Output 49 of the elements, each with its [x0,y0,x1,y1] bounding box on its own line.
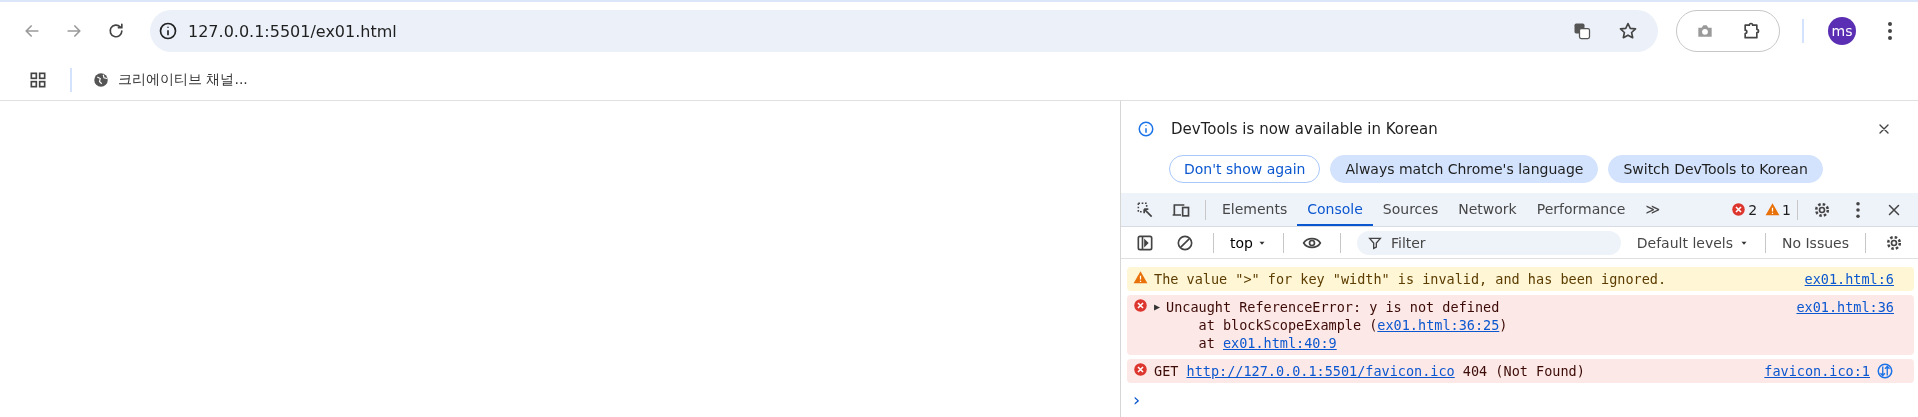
source-link[interactable]: ex01.html:36:25 [1377,317,1500,333]
warning-count[interactable]: 1 [1765,201,1791,218]
source-link[interactable]: ex01.html:6 [1804,270,1894,288]
warning-icon [1765,202,1781,217]
menu-icon [1888,22,1892,40]
error-count[interactable]: 2 [1731,201,1758,218]
infobar-button[interactable]: Always match Chrome's language [1330,155,1599,183]
filter-field[interactable]: Filter [1390,234,1611,251]
more-tabs-button[interactable]: ≫ [1635,193,1671,226]
log-levels-dropdown[interactable]: Default levels [1630,233,1755,252]
message-text: Uncaught ReferenceError: y is not defined [1166,298,1501,316]
message-text: GET http://127.0.0.1:5501/favicon.ico 404 (Not Found) [1154,362,1586,380]
message-text: at ex01.html:40:9 [1197,334,1338,352]
network-request-icon[interactable] [1876,362,1894,380]
devtools-tab[interactable]: Network [1448,193,1527,226]
source-link[interactable]: ex01.html:36 [1796,298,1894,316]
message-text: The value ">" for key "width" is invalid, and has been ignored. [1154,270,1668,288]
error-icon [1731,202,1747,217]
globe-icon [92,71,110,89]
infobar-message: DevTools is now available in Korean [1171,120,1439,138]
menu-icon [1856,201,1860,218]
issues-count[interactable]: No Issues [1776,234,1855,251]
address-bar[interactable]: 127.0.0.1:5501/ex01.html [150,10,1658,52]
infobar-button[interactable]: Switch DevTools to Korean [1608,155,1823,183]
warning-icon [1133,270,1148,285]
star-icon [1618,21,1638,41]
error-icon [1133,298,1148,313]
source-link[interactable]: ex01.html:40:9 [1222,335,1337,351]
devtools-tab[interactable]: Console [1297,193,1373,226]
source-link[interactable]: favicon.ico:1 [1764,362,1870,380]
info-icon [1137,120,1155,138]
puzzle-icon [1741,21,1761,41]
url-text: 127.0.0.1:5501/ex01.html [188,21,398,41]
devtools-tab[interactable]: Sources [1372,193,1449,226]
console-prompt[interactable]: › [1121,383,1918,416]
infobar-button[interactable]: Don't show again [1169,155,1321,183]
context-selector[interactable]: top [1224,234,1273,251]
devtools-tab[interactable]: Elements [1212,193,1298,226]
source-link[interactable]: http://127.0.0.1:5501/favicon.ico [1186,363,1455,379]
message-text: at blockScopeExample (ex01.html:36:25) [1197,316,1509,334]
info-icon [158,21,178,41]
expand-toggle[interactable]: ▶ [1154,298,1161,316]
profile-avatar[interactable]: ms [1828,17,1856,45]
bookmark-item[interactable]: 크리에이티브 채널... [86,70,254,90]
error-icon [1133,362,1148,377]
filter-bar[interactable]: Filter [1356,230,1621,255]
reload-icon [106,21,126,41]
devtools-tab[interactable]: Performance [1526,193,1636,226]
apps-grid-icon [28,70,48,90]
